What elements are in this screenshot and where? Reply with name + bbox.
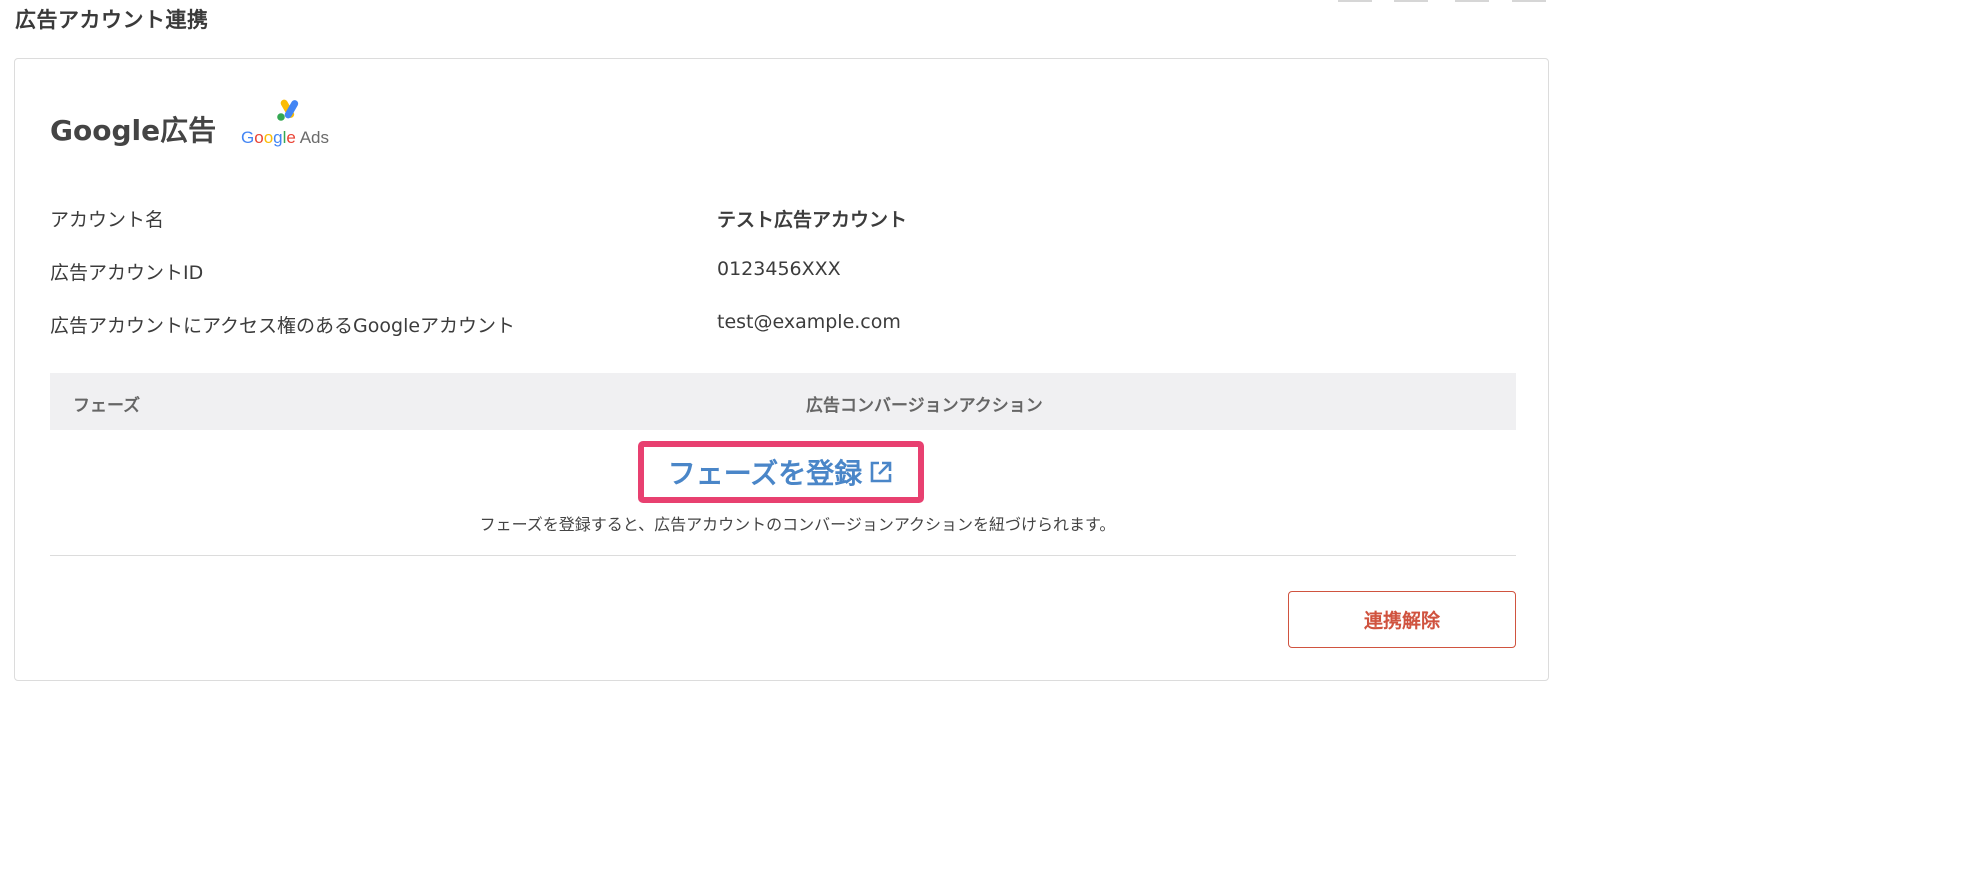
info-value: テスト広告アカウント [717,209,908,231]
register-phase-label: フェーズを登録 [667,457,863,490]
external-link-icon [870,461,892,483]
google-ads-logo-mark-icon [277,99,299,121]
info-row-google-account: 広告アカウントにアクセス権のあるGoogleアカウント test@example… [50,311,1510,341]
info-label: 広告アカウントID [50,262,204,284]
google-ads-logo-text: Google Ads [241,128,329,147]
page-title: 広告アカウント連携 [15,8,209,32]
column-header-phase: フェーズ [73,396,141,416]
register-phase-link[interactable]: フェーズを登録 [638,441,924,503]
column-header-conversion-action: 広告コンバージョンアクション [806,396,1043,416]
google-ads-logo: Google Ads [239,97,335,153]
info-value: 0123456XXX [717,258,841,280]
provider-title: Google広告 [50,114,217,147]
info-row-account-id: 広告アカウントID 0123456XXX [50,258,1510,288]
info-label: 広告アカウントにアクセス権のあるGoogleアカウント [50,315,516,337]
unlink-button[interactable]: 連携解除 [1288,591,1516,648]
info-row-account-name: アカウント名 テスト広告アカウント [50,205,1510,235]
register-phase-hint: フェーズを登録すると、広告アカウントのコンバージョンアクションを紐づけられます。 [479,515,1116,534]
phase-table-header: フェーズ 広告コンバージョンアクション [50,373,1516,430]
info-value: test@example.com [717,311,901,333]
ad-account-card: Google広告 Google Ads アカウント名 テスト広告アカウント 広告… [14,58,1549,681]
info-label: アカウント名 [50,209,165,231]
divider [50,555,1516,556]
